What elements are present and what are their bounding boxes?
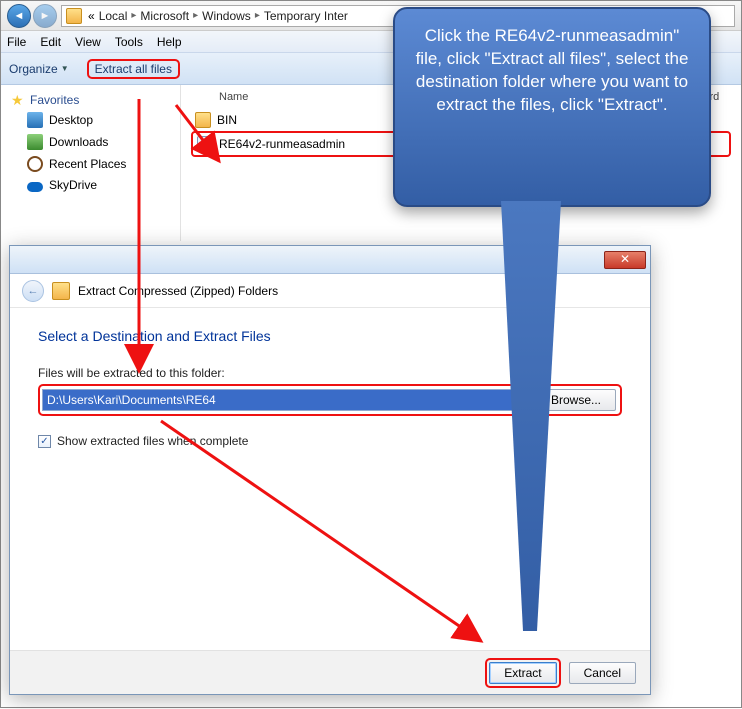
sidebar-item-recent[interactable]: Recent Places: [1, 153, 180, 175]
sidebar: ★ Favorites Desktop Downloads Recent Pla…: [1, 85, 181, 241]
chevron-right-icon: ▸: [255, 10, 260, 21]
dialog-back-button[interactable]: ←: [22, 280, 44, 302]
organize-button[interactable]: Organize ▼: [9, 62, 69, 76]
crumb-local[interactable]: Local: [99, 9, 128, 23]
sidebar-item-desktop[interactable]: Desktop: [1, 109, 180, 131]
zip-folder-icon: [52, 282, 70, 300]
menu-view[interactable]: View: [75, 35, 101, 49]
destination-path-input[interactable]: [42, 389, 530, 411]
nav-back-button[interactable]: ◄: [7, 4, 31, 28]
chevron-right-icon: ▸: [193, 10, 198, 21]
nav-forward-button[interactable]: ►: [33, 4, 57, 28]
menu-file[interactable]: File: [7, 35, 26, 49]
extract-all-label: Extract all files: [95, 62, 172, 76]
menu-help[interactable]: Help: [157, 35, 182, 49]
checkbox-checked-icon[interactable]: ✓: [38, 435, 51, 448]
desktop-icon: [27, 112, 43, 128]
menu-tools[interactable]: Tools: [115, 35, 143, 49]
chevron-down-icon: ▼: [61, 64, 69, 73]
star-icon: ★: [11, 93, 25, 107]
file-label: RE64v2-runmeasadmin: [219, 137, 345, 151]
sidebar-label: Downloads: [49, 135, 108, 149]
file-label: BIN: [217, 113, 237, 127]
nav-buttons: ◄ ►: [7, 4, 57, 28]
sidebar-label: SkyDrive: [49, 178, 97, 192]
dialog-footer: Extract Cancel: [10, 650, 650, 694]
recent-icon: [27, 156, 43, 172]
folder-icon: [195, 112, 211, 128]
sidebar-label: Desktop: [49, 113, 93, 127]
dialog-body: Select a Destination and Extract Files F…: [10, 308, 650, 650]
chevron-right-icon: ▸: [131, 10, 136, 21]
cancel-button[interactable]: Cancel: [569, 662, 636, 684]
organize-label: Organize: [9, 62, 58, 76]
menu-edit[interactable]: Edit: [40, 35, 61, 49]
crumb-windows[interactable]: Windows: [202, 9, 251, 23]
folder-icon: [66, 8, 82, 24]
downloads-icon: [27, 134, 43, 150]
extract-highlight: Extract: [485, 658, 560, 688]
extract-button[interactable]: Extract: [489, 662, 556, 684]
callout-text: Click the RE64v2-runmeasadmin" file, cli…: [416, 26, 689, 114]
crumb-temp[interactable]: Temporary Inter: [264, 9, 348, 23]
crumb-microsoft[interactable]: Microsoft: [140, 9, 189, 23]
sidebar-item-skydrive[interactable]: SkyDrive: [1, 175, 180, 195]
app-icon: ⚙: [197, 136, 213, 152]
skydrive-icon: [27, 182, 43, 192]
extract-all-files-button[interactable]: Extract all files: [87, 59, 180, 79]
favorites-header[interactable]: ★ Favorites: [1, 91, 180, 109]
favorites-label: Favorites: [30, 93, 79, 107]
instruction-callout: Click the RE64v2-runmeasadmin" file, cli…: [393, 7, 711, 207]
dialog-title-text: Extract Compressed (Zipped) Folders: [78, 284, 278, 298]
sidebar-item-downloads[interactable]: Downloads: [1, 131, 180, 153]
crumb-back[interactable]: «: [88, 9, 95, 23]
close-button[interactable]: ✕: [604, 251, 646, 269]
show-extracted-label: Show extracted files when complete: [57, 434, 248, 448]
sidebar-label: Recent Places: [49, 157, 126, 171]
